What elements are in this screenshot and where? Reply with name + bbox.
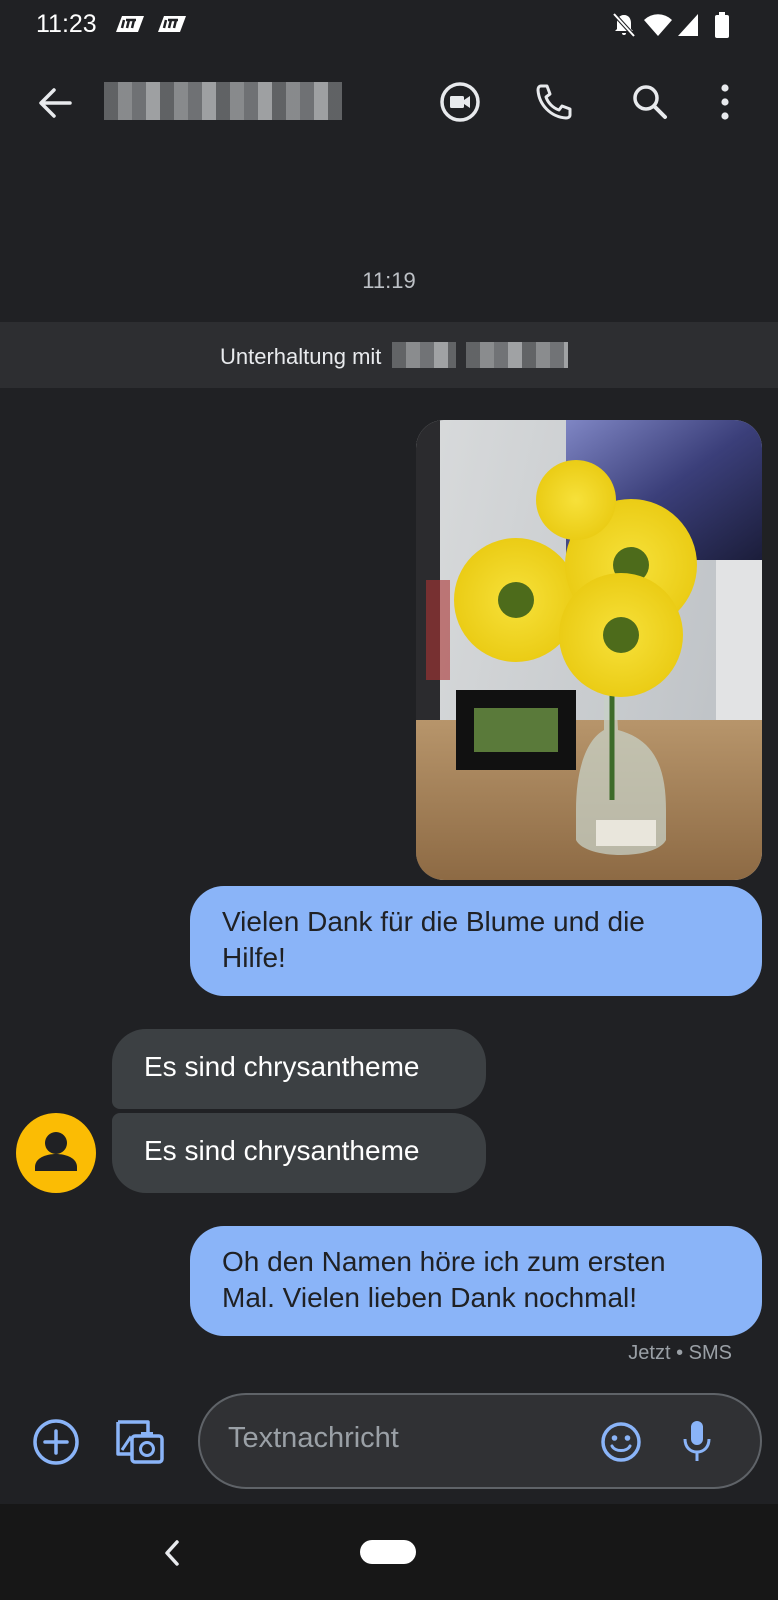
message-text: Es sind chrysantheme [144, 1135, 420, 1166]
app-notification-icon [158, 16, 186, 32]
outgoing-message[interactable]: Vielen Dank für die Blume und die Hilfe! [190, 886, 762, 996]
incoming-message[interactable]: Es sind chrysantheme [112, 1029, 486, 1109]
conversation-banner: Unterhaltung mit [0, 322, 778, 388]
status-time: 11:23 [36, 10, 97, 38]
search-icon[interactable] [628, 80, 672, 124]
image-message[interactable] [416, 420, 762, 880]
message-status: Jetzt • SMS [628, 1342, 732, 1364]
wifi-icon [644, 14, 672, 36]
message-line: Mal. Vielen lieben Dank nochmal! [222, 1282, 638, 1313]
top-app-bar [0, 60, 778, 146]
gallery-camera-icon[interactable] [114, 1416, 166, 1468]
notifications-off-icon [612, 12, 636, 38]
message-text: Es sind chrysantheme [144, 1051, 420, 1082]
message-input[interactable]: Textnachricht [228, 1422, 399, 1455]
flower-photo [416, 420, 762, 880]
person-icon [35, 1132, 77, 1171]
redacted-name-part [392, 342, 456, 368]
conversation-timestamp: 11:19 [362, 268, 416, 293]
add-circle-icon[interactable] [32, 1418, 80, 1466]
video-call-icon[interactable] [438, 80, 482, 124]
emoji-icon[interactable] [600, 1421, 642, 1463]
message-line: Hilfe! [222, 942, 286, 973]
cell-signal-icon [678, 14, 698, 36]
conversation-banner-text: Unterhaltung mit [220, 344, 382, 369]
message-line: Oh den Namen höre ich zum ersten [222, 1246, 666, 1277]
compose-field[interactable]: Textnachricht [198, 1393, 762, 1489]
nav-back-icon[interactable] [160, 1538, 184, 1568]
avatar[interactable] [16, 1113, 96, 1193]
incoming-message[interactable]: Es sind chrysantheme [112, 1113, 486, 1193]
message-line: Vielen Dank für die Blume und die [222, 906, 645, 937]
battery-icon [715, 12, 729, 38]
outgoing-message[interactable]: Oh den Namen höre ich zum ersten Mal. Vi… [190, 1226, 762, 1336]
phone-icon[interactable] [532, 80, 576, 124]
system-nav-bar [0, 1504, 778, 1600]
home-handle[interactable] [360, 1540, 416, 1564]
more-vert-icon[interactable] [718, 80, 732, 124]
status-bar: 11:23 [0, 0, 778, 50]
contact-name-redacted[interactable] [104, 82, 342, 120]
back-arrow-icon[interactable] [36, 84, 74, 122]
redacted-name-part [466, 342, 568, 368]
mic-icon[interactable] [682, 1419, 712, 1465]
app-notification-icon [116, 16, 144, 32]
